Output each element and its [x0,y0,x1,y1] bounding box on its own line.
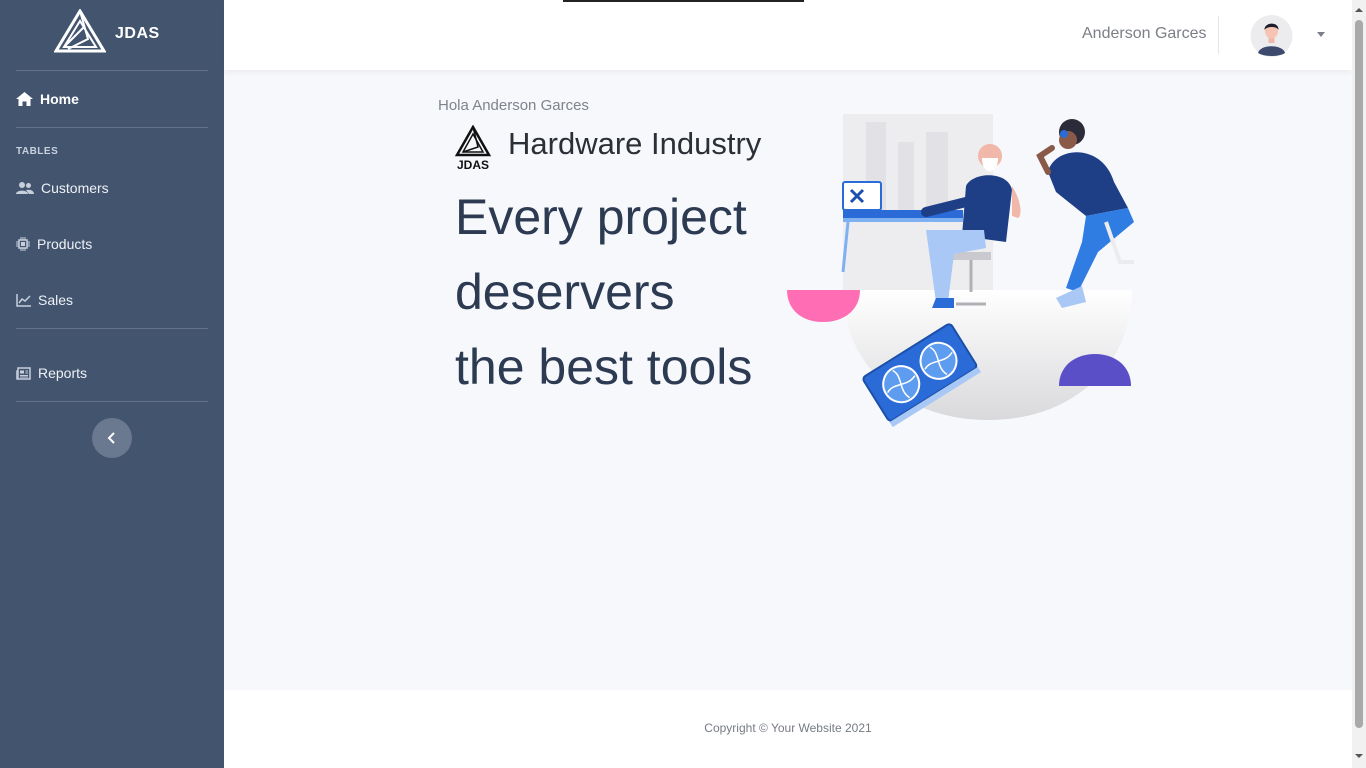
sidebar-item-label: Reports [38,365,88,381]
sidebar-divider [16,401,208,402]
copyright-text: Copyright © Your Website 2021 [704,721,872,735]
jdas-logo-icon [54,9,106,53]
jdas-small-logo: JDAS [454,125,492,172]
newspaper-icon [16,366,31,380]
caret-down-icon[interactable] [1317,32,1325,37]
tagline-line-1: Every project [455,189,747,245]
industry-title: Hardware Industry [508,126,762,161]
footer: Copyright © Your Website 2021 [224,690,1352,768]
topbar: Anderson Garces [224,0,1352,70]
sidebar-item-products[interactable]: Products [16,232,208,256]
sidebar-divider [16,127,208,128]
sidebar-item-sales[interactable]: Sales [16,288,208,312]
home-icon [16,92,33,106]
sidebar-toggle-button[interactable] [92,418,132,458]
brand[interactable]: JDAS [0,0,224,70]
sidebar-item-label: Sales [38,292,74,308]
sidebar-divider [16,70,208,71]
sidebar-item-home[interactable]: Home [16,87,208,111]
scrollbar-thumb[interactable] [1355,20,1363,728]
sidebar-item-label: Home [40,91,79,107]
sidebar-section-heading: TABLES [16,146,59,157]
user-name[interactable]: Anderson Garces [1082,25,1207,43]
sidebar-item-label: Products [37,236,93,252]
chevron-left-icon [107,432,115,444]
jdas-logo-text: JDAS [457,158,489,172]
greeting-text: Hola Anderson Garces [438,97,589,114]
topbar-accent-line [563,0,804,2]
sidebar-item-reports[interactable]: Reports [16,361,208,385]
users-icon [16,182,34,194]
brand-name: JDAS [115,25,160,42]
tagline-line-2: deservers [455,264,675,320]
scroll-down-arrow-icon[interactable] [1355,752,1363,760]
hero-illustration [787,114,1134,428]
scroll-up-arrow-icon[interactable] [1355,6,1363,14]
tagline-line-3: the best tools [455,339,753,395]
sidebar: JDAS Home TABLES Customers Products Sale… [0,0,224,768]
topbar-divider [1218,16,1219,54]
chart-line-icon [16,293,31,307]
sidebar-divider [16,328,208,329]
sidebar-item-label: Customers [41,180,109,196]
avatar[interactable] [1249,15,1294,57]
page-scrollbar[interactable] [1352,0,1366,768]
chip-icon [16,237,30,251]
sidebar-item-customers[interactable]: Customers [16,176,208,200]
